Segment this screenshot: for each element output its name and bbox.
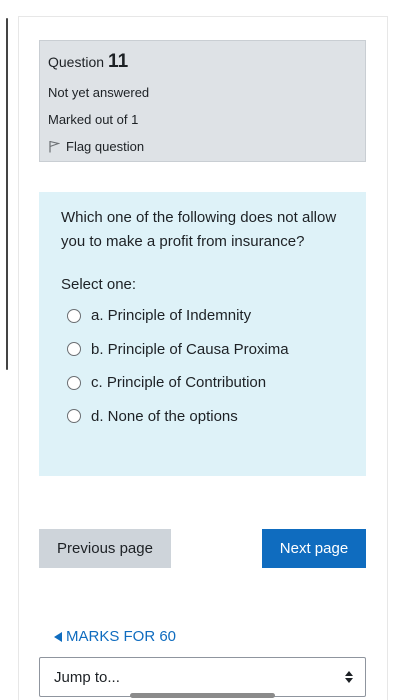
radio-unchecked-icon[interactable] xyxy=(67,409,81,424)
question-panel: Which one of the following does not allo… xyxy=(39,192,366,476)
answer-option-a[interactable]: a. Principle of Indemnity xyxy=(67,299,344,333)
answer-option-label: b. Principle of Causa Proxima xyxy=(91,340,289,358)
jump-to-select[interactable]: Jump to... xyxy=(39,657,366,697)
select-one-prompt: Select one: xyxy=(61,276,137,293)
previous-page-button[interactable]: Previous page xyxy=(39,529,171,568)
marks-info: Marked out of 1 xyxy=(48,112,139,127)
question-info-panel: Question 11 Not yet answered Marked out … xyxy=(39,40,366,162)
flag-icon xyxy=(48,140,60,153)
next-page-button[interactable]: Next page xyxy=(262,529,366,568)
home-indicator[interactable] xyxy=(130,693,275,698)
triangle-left-icon xyxy=(54,631,62,642)
answer-option-label: d. None of the options xyxy=(91,407,238,425)
marks-for-60-link[interactable]: MARKS FOR 60 xyxy=(54,628,176,645)
marks-link-label: MARKS FOR 60 xyxy=(66,628,177,645)
answer-options: a. Principle of Indemnity b. Principle o… xyxy=(67,299,344,433)
jump-to-value: Jump to... xyxy=(54,668,120,686)
radio-unchecked-icon[interactable] xyxy=(67,342,81,357)
answer-option-d[interactable]: d. None of the options xyxy=(67,400,344,434)
question-number: 11 xyxy=(108,51,129,72)
answer-status: Not yet answered xyxy=(48,85,150,100)
flag-question-button[interactable]: Flag question xyxy=(48,139,357,154)
radio-unchecked-icon[interactable] xyxy=(67,308,81,323)
answer-option-label: c. Principle of Contribution xyxy=(91,374,267,392)
flag-question-label: Flag question xyxy=(66,139,145,154)
answer-option-b[interactable]: b. Principle of Causa Proxima xyxy=(67,333,344,367)
answer-option-c[interactable]: c. Principle of Contribution xyxy=(67,366,344,400)
question-label: Question xyxy=(48,54,105,70)
answer-option-label: a. Principle of Indemnity xyxy=(91,307,252,325)
radio-unchecked-icon[interactable] xyxy=(67,375,81,390)
question-number-row: Question 11 xyxy=(48,51,357,73)
question-text: Which one of the following does not allo… xyxy=(61,209,337,250)
scroll-indicator[interactable] xyxy=(6,18,8,370)
quiz-page: Question 11 Not yet answered Marked out … xyxy=(0,0,405,700)
updown-arrows-icon xyxy=(345,671,353,683)
